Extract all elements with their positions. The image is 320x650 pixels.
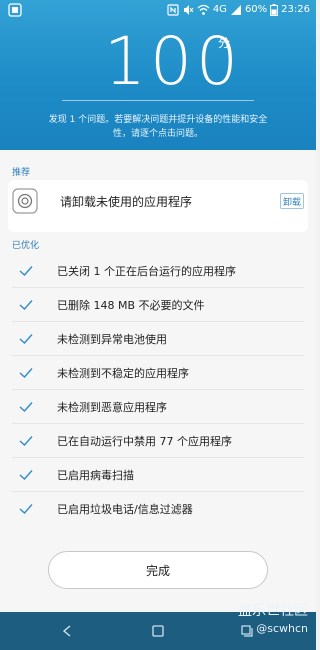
optimized-item-text: 已启用垃圾电话/信息过滤器 <box>57 503 193 516</box>
optimized-item: 未检测到恶意应用程序 <box>0 390 316 424</box>
check-icon <box>19 436 33 446</box>
optimized-item: 未检测到不稳定的应用程序 <box>0 356 316 390</box>
check-icon <box>19 402 33 412</box>
optimized-item: 已关闭 1 个正在后台运行的应用程序 <box>0 254 316 288</box>
recommend-item-text: 请卸载未使用的应用程序 <box>60 195 193 209</box>
check-icon <box>19 470 33 480</box>
mute-icon <box>183 5 194 15</box>
check-icon <box>19 334 33 344</box>
recent-apps-icon[interactable] <box>240 624 254 638</box>
optimized-item-text: 未检测到恶意应用程序 <box>57 401 167 414</box>
optimized-item-text: 未检测到不稳定的应用程序 <box>57 367 189 380</box>
results-panel: 推荐 请卸载未使用的应用程序 卸载 已优化 已关闭 1 个正在后台运行的应用程序… <box>0 150 316 612</box>
optimized-item: 已删除 148 MB 不必要的文件 <box>0 288 316 322</box>
score-unit: 分 <box>218 36 231 50</box>
optimized-label: 已优化 <box>12 241 40 251</box>
uninstall-button[interactable]: 卸载 <box>280 193 304 209</box>
network-type: 4G <box>212 4 227 15</box>
signal-icon <box>230 5 241 15</box>
check-icon <box>19 300 33 310</box>
home-icon[interactable] <box>152 625 164 637</box>
header-divider <box>62 100 254 101</box>
status-bar: 4G 60% 23:26 <box>0 0 316 20</box>
check-icon <box>19 266 33 276</box>
watermark-user: @scwhcn <box>256 622 308 635</box>
recommend-label: 推荐 <box>12 168 31 178</box>
optimized-item-text: 已删除 148 MB 不必要的文件 <box>57 299 205 312</box>
optimized-item: 已在自动运行中禁用 77 个应用程序 <box>0 424 316 458</box>
optimized-item-text: 未检测到异常电池使用 <box>57 333 167 346</box>
header: 4G 60% 23:26 100 分 发现 1 个问题。若要解决问题并提升设备的… <box>0 0 316 150</box>
app-cleanup-icon <box>12 188 38 214</box>
score-area: 100 分 <box>0 22 316 98</box>
optimized-item: 未检测到异常电池使用 <box>0 322 316 356</box>
optimized-item: 已启用垃圾电话/信息过滤器 <box>0 492 316 526</box>
battery-icon <box>270 4 279 16</box>
clock: 23:26 <box>281 4 310 15</box>
check-icon <box>19 504 33 514</box>
notification-icon <box>8 3 22 17</box>
score-description: 发现 1 个问题。若要解决问题并提升设备的性能和安全性，请逐个点击问题。 <box>48 115 268 139</box>
watermark-title: 盖乐世社区 <box>238 603 308 619</box>
done-button[interactable]: 完成 <box>48 551 268 589</box>
optimized-item-text: 已关闭 1 个正在后台运行的应用程序 <box>57 265 236 278</box>
battery-percent: 60% <box>244 4 268 15</box>
wifi-icon <box>197 4 210 15</box>
optimized-item-text: 已在自动运行中禁用 77 个应用程序 <box>57 435 232 448</box>
optimized-item-text: 已启用病毒扫描 <box>57 469 134 482</box>
nfc-icon <box>167 4 179 16</box>
optimized-item: 已启用病毒扫描 <box>0 458 316 492</box>
check-icon <box>19 368 33 378</box>
back-icon[interactable] <box>60 624 74 638</box>
